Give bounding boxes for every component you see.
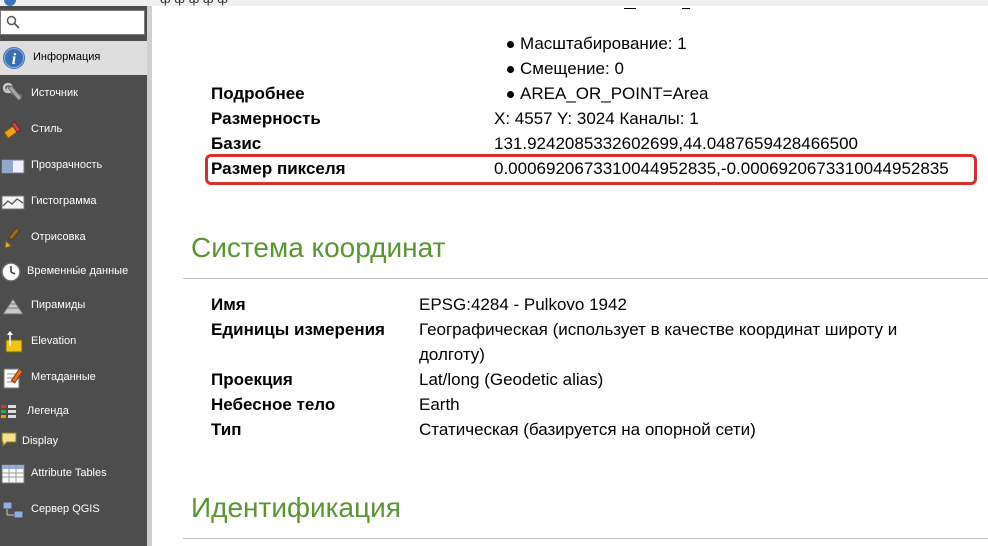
server-icon: [2, 501, 24, 519]
info-icon: i: [3, 47, 25, 69]
info-label-dimensions: Размерность: [211, 109, 321, 128]
metadata-icon: [3, 368, 24, 389]
sidebar-item-legend[interactable]: Легенда: [0, 395, 147, 429]
sidebar-item-label: Пирамиды: [31, 299, 86, 311]
sidebar-item-label: Временны́е данные: [27, 265, 129, 277]
transparency-icon: [1, 159, 25, 174]
sidebar-item-label: Attribute Tables: [31, 467, 107, 479]
crs-label-name: Имя: [211, 295, 246, 314]
crs-value-projection: Lat/long (Geodetic alias): [419, 370, 604, 389]
crs-label-type: Тип: [211, 420, 242, 439]
svg-text:i: i: [12, 51, 17, 68]
section-title-crs: Система координат: [191, 232, 446, 263]
speech-bubble-icon: [1, 432, 17, 448]
sidebar-item-source[interactable]: Источник: [0, 77, 147, 111]
sidebar-item-histogram[interactable]: Гистограмма: [0, 185, 147, 219]
sidebar-item-pyramids[interactable]: Пирамиды: [0, 289, 147, 323]
sidebar-item-label: Источник: [31, 87, 78, 99]
legend-icon: [1, 405, 16, 418]
sidebar-item-attribute-tables[interactable]: Attribute Tables: [0, 457, 147, 491]
crs-label-celestial-body: Небесное тело: [211, 395, 336, 414]
wrench-icon: [2, 82, 23, 102]
clipped-text-fragment: [682, 6, 690, 9]
bullet-offset: Смещение: 0: [507, 59, 624, 78]
sidebar-item-transparency[interactable]: Прозрачность: [0, 149, 147, 183]
info-label-more: Подробнее: [211, 84, 305, 103]
crs-value-type: Статическая (базируется на опорной сети): [419, 420, 756, 439]
sidebar-item-label: Гистограмма: [31, 195, 97, 207]
crs-value-celestial-body: Earth: [419, 395, 460, 414]
sidebar-item-label: Прозрачность: [31, 159, 103, 171]
sidebar-item-label: Отрисовка: [31, 231, 86, 243]
clock-icon: [1, 262, 21, 282]
search-input[interactable]: [23, 13, 141, 32]
crs-label-units: Единицы измерения: [211, 320, 385, 339]
info-value-dimensions: X: 4557 Y: 3024 Каналы: 1: [494, 109, 699, 128]
pyramid-icon: [2, 298, 24, 315]
info-label-origin: Базис: [211, 134, 262, 153]
sidebar-item-label: Метаданные: [31, 371, 96, 383]
search-box[interactable]: [0, 10, 145, 35]
sidebar-item-metadata[interactable]: Метаданные: [0, 361, 147, 395]
histogram-icon: [1, 195, 25, 210]
sidebar-item-label: Легенда: [27, 405, 69, 417]
crs-value-name: EPSG:4284 - Pulkovo 1942: [419, 295, 627, 314]
info-value-pixel-size: 0.0006920673310044952835,-0.000692067331…: [494, 159, 949, 178]
sidebar-item-label: Display: [22, 435, 59, 447]
metadata-panel: Масштабирование: 1 Смещение: 0 AREA_OR_P…: [152, 6, 988, 546]
sidebar-item-label: Информация: [33, 51, 101, 63]
section-divider: [183, 538, 988, 539]
search-icon: [6, 15, 20, 29]
bullet-scaling: Масштабирование: 1: [507, 34, 687, 53]
paintbrush-icon: [3, 121, 22, 139]
crs-value-units-cont: долготу): [419, 345, 485, 364]
sidebar-item-label: Стиль: [31, 123, 63, 135]
sidebar-item-label: Elevation: [31, 335, 77, 347]
bullet-area-or-point: AREA_OR_POINT=Area: [507, 84, 709, 103]
section-divider: [183, 278, 988, 279]
table-icon: [1, 464, 25, 484]
info-label-pixel-size: Размер пикселя: [211, 159, 346, 178]
crs-value-units: Географическая (использует в качестве ко…: [419, 320, 898, 339]
sidebar-item-rendering[interactable]: Отрисовка: [0, 221, 147, 255]
elevation-icon: [5, 331, 23, 353]
section-title-identification: Идентификация: [191, 492, 401, 523]
sidebar-item-qgis-server[interactable]: Сервер QGIS: [0, 493, 147, 527]
info-value-origin: 131.9242085332602699,44.0487659428466500: [494, 134, 858, 153]
clipped-text-fragment: [624, 6, 636, 9]
sidebar-item-label: Сервер QGIS: [31, 503, 100, 515]
sidebar: i Информация Источник Стиль Прозрачность…: [0, 6, 147, 546]
crs-label-projection: Проекция: [211, 370, 293, 389]
sidebar-item-style[interactable]: Стиль: [0, 113, 147, 147]
sidebar-item-display[interactable]: Display: [0, 425, 147, 459]
brush-icon: [4, 227, 21, 249]
sidebar-item-temporal[interactable]: Временны́е данные: [0, 255, 147, 289]
sidebar-item-elevation[interactable]: Elevation: [0, 325, 147, 359]
sidebar-item-information[interactable]: i Информация: [0, 41, 147, 75]
